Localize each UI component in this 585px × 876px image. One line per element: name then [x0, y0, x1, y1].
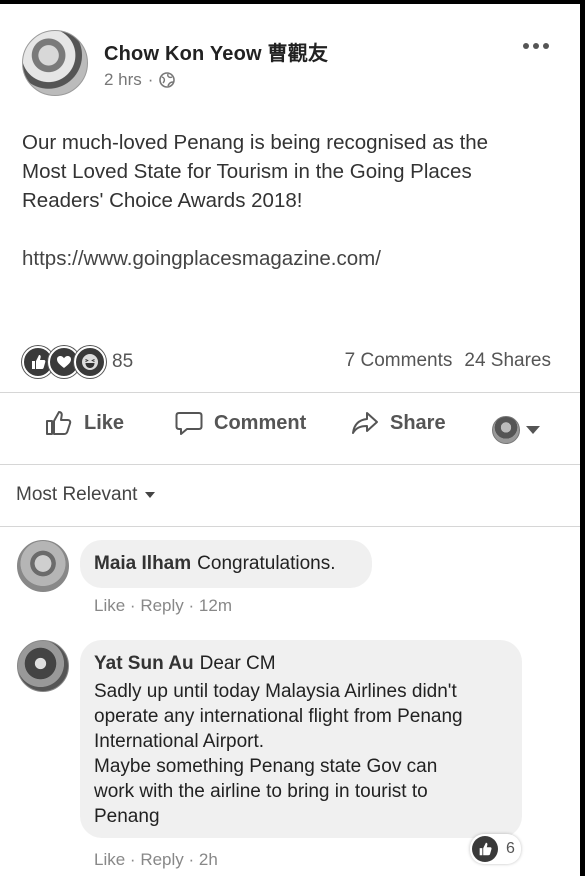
meta-separator: ·	[188, 850, 199, 869]
frame-right-border	[580, 0, 585, 876]
reaction-count: 85	[112, 351, 134, 372]
post-time[interactable]: 2 hrs	[104, 70, 142, 90]
comment-text: Dear CM	[199, 653, 276, 674]
comments-count[interactable]: 7 Comments	[345, 350, 453, 372]
comment-text-line: Maybe something Penang state Gov can	[94, 756, 438, 777]
comment-button[interactable]: Comment	[174, 408, 306, 438]
chevron-down-icon	[526, 426, 540, 434]
post-text-line: Most Loved State for Tourism in the Goin…	[22, 160, 472, 183]
comment-reply-link[interactable]: Reply	[140, 596, 183, 615]
comment-reply-link[interactable]: Reply	[140, 850, 183, 869]
like-button[interactable]: Like	[44, 408, 124, 438]
post-text-line: Our much-loved Penang is being recognise…	[22, 131, 489, 154]
share-button[interactable]: Share	[350, 408, 446, 438]
meta-separator: ·	[147, 70, 154, 89]
frame-top-border	[0, 0, 585, 4]
comment-text-line: work with the airline to bring in touris…	[94, 781, 428, 802]
share-arrow-icon	[352, 412, 378, 434]
meta-separator: ·	[188, 596, 199, 615]
comment-bubble: Yat Sun Au Dear CM Sadly up until today M…	[80, 640, 522, 838]
commenter-avatar[interactable]	[17, 540, 69, 592]
comment-button-label: Comment	[214, 411, 307, 434]
comment-time[interactable]: 12m	[199, 596, 232, 615]
comment-meta: Like · Reply · 12m	[94, 596, 232, 616]
comment-sort-dropdown[interactable]: Most Relevant	[16, 484, 156, 506]
commenter-name[interactable]: Maia Ilham	[94, 553, 191, 574]
comment-meta: Like · Reply · 2h	[94, 850, 218, 870]
comment-time[interactable]: 2h	[199, 850, 218, 869]
post-link[interactable]: https://www.goingplacesmagazine.com/	[22, 244, 562, 273]
comment-like-link[interactable]: Like	[94, 850, 125, 869]
comment-body: Sadly up until today Malaysia Airlines d…	[94, 679, 514, 829]
comment-bubble: Maia Ilham Congratulations.	[80, 540, 372, 588]
comment-like-link[interactable]: Like	[94, 596, 125, 615]
comment-text-line: operate any international flight from Pe…	[94, 706, 463, 727]
share-button-label: Share	[390, 411, 446, 434]
profile-avatar-icon	[492, 416, 520, 444]
comment-text-line: Sadly up until today Malaysia Airlines d…	[94, 681, 457, 702]
commenter-avatar[interactable]	[17, 640, 69, 692]
engagement-counts: 7 Comments 24 Shares	[345, 350, 551, 372]
post-action-bar: Like Comment Share	[0, 408, 580, 454]
comment-bubble-icon	[175, 412, 203, 435]
reactions-summary[interactable]: 85	[22, 346, 133, 378]
thumbs-up-icon	[472, 836, 498, 862]
more-options-icon[interactable]	[521, 36, 551, 56]
author-avatar[interactable]	[22, 30, 88, 96]
divider	[0, 392, 580, 393]
haha-reaction-icon	[74, 346, 106, 378]
comment-text-line: International Airport.	[94, 731, 265, 752]
comment-text: Congratulations.	[197, 553, 336, 574]
post-text-line: Readers' Choice Awards 2018!	[22, 189, 303, 212]
meta-separator: ·	[129, 596, 141, 615]
globe-icon	[159, 72, 176, 88]
comment-like-count: 6	[506, 840, 515, 857]
comment-sort-label: Most Relevant	[16, 484, 138, 505]
post-meta: 2 hrs ·	[104, 70, 176, 90]
chevron-down-icon	[145, 492, 156, 498]
shares-count[interactable]: 24 Shares	[464, 350, 551, 372]
comment-text-line: Penang	[94, 806, 160, 827]
like-button-label: Like	[84, 411, 125, 434]
thumbs-up-icon	[46, 411, 72, 435]
meta-separator: ·	[129, 850, 141, 869]
post-as-selector[interactable]	[492, 416, 540, 444]
divider	[0, 526, 580, 527]
commenter-name[interactable]: Yat Sun Au	[94, 653, 194, 674]
comment-reaction-badge[interactable]: 6	[470, 834, 521, 864]
author-name[interactable]: Chow Kon Yeow 曹觀友	[104, 37, 328, 66]
divider	[0, 464, 580, 465]
post-text: Our much-loved Penang is being recognise…	[22, 128, 562, 273]
